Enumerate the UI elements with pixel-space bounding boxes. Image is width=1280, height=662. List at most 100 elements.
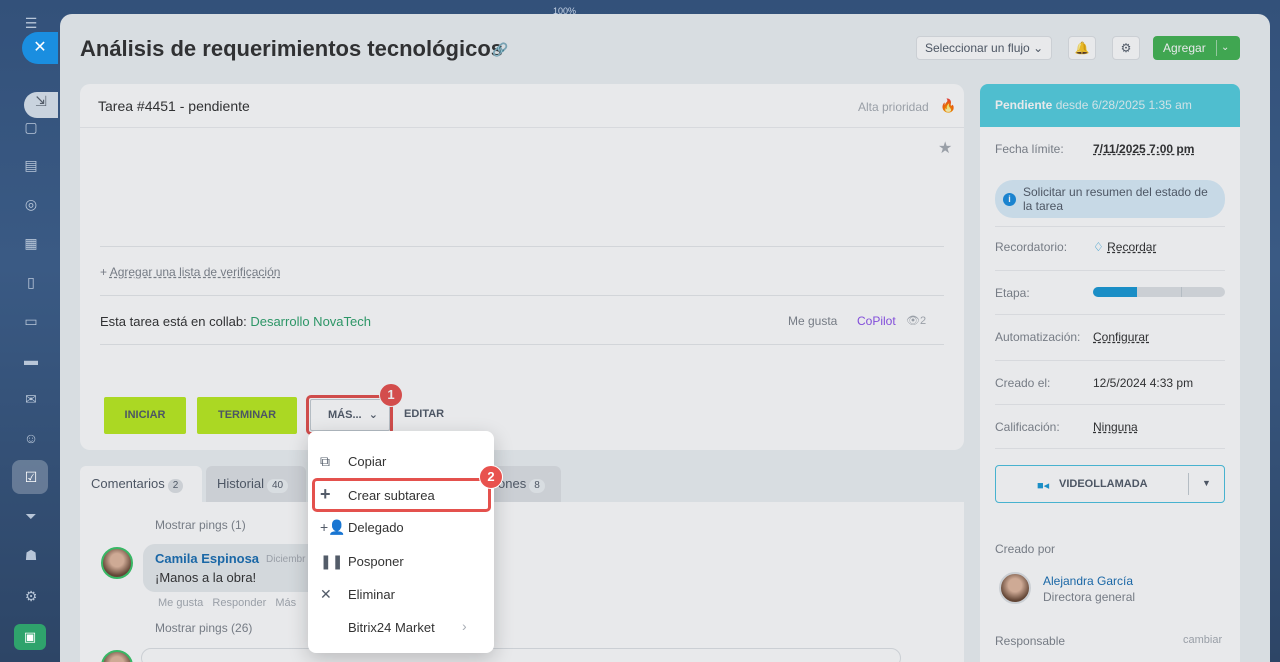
contacts-icon[interactable]: ☺ bbox=[22, 429, 40, 447]
tab-label: Comentarios bbox=[91, 476, 165, 491]
add-button-label: Agregar bbox=[1163, 41, 1206, 55]
created-label: Creado el: bbox=[995, 376, 1051, 390]
created-value: 12/5/2024 4:33 pm bbox=[1093, 376, 1194, 390]
avatar[interactable] bbox=[101, 547, 133, 579]
menu-item-label: Delegado bbox=[348, 520, 404, 535]
automation-label: Automatización: bbox=[995, 330, 1081, 344]
priority-label[interactable]: Alta prioridad bbox=[858, 100, 929, 114]
add-button[interactable]: Agregar ⌄ bbox=[1153, 36, 1240, 60]
menu-icon[interactable]: ☰ bbox=[22, 14, 40, 32]
finish-button[interactable]: TERMINAR bbox=[197, 397, 297, 434]
show-pings-link[interactable]: Mostrar pings (26) bbox=[155, 621, 252, 635]
documents-icon[interactable]: ▯ bbox=[22, 273, 40, 291]
close-icon: ✕ bbox=[320, 586, 332, 602]
robot-icon[interactable]: ☗ bbox=[22, 546, 40, 564]
reminder-value[interactable]: ♢ Recordar bbox=[1093, 240, 1156, 254]
menu-item-label: Bitrix24 Market bbox=[348, 620, 435, 635]
copy-icon: ⧉ bbox=[320, 453, 330, 469]
flow-select[interactable]: Seleccionar un flujo ⌄ bbox=[916, 36, 1053, 60]
like-button[interactable]: Me gusta bbox=[788, 314, 837, 328]
divider bbox=[995, 360, 1225, 361]
bell-icon[interactable]: 🔔 bbox=[1068, 36, 1096, 60]
info-icon: i bbox=[1003, 193, 1016, 206]
flame-icon[interactable]: 🔥 bbox=[940, 98, 956, 114]
boards-icon[interactable]: ▭ bbox=[22, 312, 40, 330]
tab-label: Historial bbox=[217, 476, 264, 491]
divider bbox=[995, 270, 1225, 271]
page-title: Análisis de requerimientos tecnológicos bbox=[80, 36, 503, 61]
comment-actions[interactable]: Me gusta Responder Más bbox=[158, 597, 296, 609]
chevron-down-icon[interactable]: ▼ bbox=[1202, 478, 1211, 488]
pause-icon: ❚❚ bbox=[320, 553, 344, 569]
deadline-value[interactable]: 7/11/2025 7:00 pm bbox=[1093, 142, 1194, 156]
divider bbox=[995, 448, 1225, 449]
divider bbox=[995, 404, 1225, 405]
divider bbox=[100, 246, 944, 247]
comment-input[interactable] bbox=[141, 648, 901, 662]
show-pings-link[interactable]: Mostrar pings (1) bbox=[155, 518, 246, 532]
rating-label: Calificación: bbox=[995, 420, 1060, 434]
menu-item-label: Copiar bbox=[348, 454, 387, 469]
highlight-box-2 bbox=[312, 478, 491, 512]
collab-prefix: Esta tarea está en collab: bbox=[100, 314, 247, 329]
change-link[interactable]: cambiar bbox=[1183, 634, 1222, 646]
status-label: Pendiente bbox=[995, 98, 1053, 112]
views-count: 👁2 bbox=[906, 314, 926, 327]
funnel-icon[interactable]: ⏷ bbox=[22, 507, 40, 525]
video-call-label: VIDEOLLAMADA bbox=[1059, 478, 1148, 490]
tab-count: 2 bbox=[167, 479, 184, 493]
feed-icon[interactable]: ▤ bbox=[22, 156, 40, 174]
step-badge-2: 2 bbox=[479, 465, 503, 489]
creator-name[interactable]: Alejandra García bbox=[1043, 574, 1133, 588]
stage-progress[interactable] bbox=[1093, 287, 1225, 297]
comment-date: Diciembr bbox=[266, 554, 306, 565]
tab-count: 8 bbox=[529, 479, 545, 493]
collab-info: Esta tarea está en collab: Desarrollo No… bbox=[100, 314, 371, 329]
bell-icon: ♢ bbox=[1093, 240, 1104, 254]
video-camera-icon: ■◂ bbox=[1037, 480, 1050, 492]
gear-icon[interactable]: ⚙ bbox=[1112, 36, 1140, 60]
mail-icon[interactable]: ✉ bbox=[22, 390, 40, 408]
menu-item-postpone[interactable]: ❚❚ Posponer bbox=[320, 551, 404, 571]
step-badge-1: 1 bbox=[379, 383, 403, 407]
rating-value[interactable]: Ninguna bbox=[1093, 420, 1138, 434]
automation-value[interactable]: Configurar bbox=[1093, 330, 1149, 344]
ai-summary-text[interactable]: Solicitar un resumen del estado de la ta… bbox=[1023, 185, 1218, 213]
start-button[interactable]: INICIAR bbox=[104, 397, 186, 434]
created-by-label: Creado por bbox=[995, 542, 1056, 556]
tab-history[interactable]: Historial 40 bbox=[206, 466, 306, 502]
groups-icon[interactable]: ◎ bbox=[22, 195, 40, 213]
add-checklist-link[interactable]: + Agregar una lista de verificación bbox=[100, 265, 280, 279]
edit-button[interactable]: EDITAR bbox=[404, 408, 444, 420]
menu-item-delegate[interactable]: +👤 Delegado bbox=[320, 517, 404, 537]
add-button-separator bbox=[1216, 40, 1217, 56]
menu-item-delete[interactable]: ✕ Eliminar bbox=[320, 584, 395, 604]
status-since: desde 6/28/2025 1:35 am bbox=[1055, 98, 1192, 112]
tab-comments[interactable]: Comentarios 2 bbox=[80, 466, 202, 502]
collab-link[interactable]: Desarrollo NovaTech bbox=[250, 314, 371, 329]
menu-item-label: Posponer bbox=[348, 554, 404, 569]
avatar[interactable] bbox=[999, 572, 1031, 604]
checklist-link-text: Agregar una lista de verificación bbox=[109, 265, 281, 279]
minimize-icon[interactable]: ⇲ bbox=[24, 92, 58, 118]
left-rail: ☰ ✕ ⇲ ▢ ▤ ◎ ▦ ▯ ▭ ▬ ✉ ☺ ☑ ⏷ ☗ ⚙ ▣ bbox=[0, 0, 62, 662]
copy-link-icon[interactable]: 🔗 bbox=[492, 42, 508, 58]
menu-item-market[interactable]: Bitrix24 Market bbox=[320, 618, 435, 638]
tab-count: 40 bbox=[266, 479, 289, 493]
eye-icon: 👁 bbox=[906, 315, 920, 327]
copilot-button[interactable]: CoPilot bbox=[857, 314, 896, 328]
views-number: 2 bbox=[919, 315, 927, 327]
divider bbox=[995, 314, 1225, 315]
calendar-icon[interactable]: ▦ bbox=[22, 234, 40, 252]
comment-author[interactable]: Camila Espinosa bbox=[155, 551, 259, 566]
chevron-down-icon[interactable]: ⌄ bbox=[1221, 36, 1229, 60]
close-slider-button[interactable]: ✕ bbox=[22, 32, 58, 64]
chat-icon[interactable]: ▢ bbox=[22, 118, 40, 136]
menu-item-copy[interactable]: ⧉ Copiar bbox=[320, 451, 386, 471]
tasks-icon[interactable]: ☑ bbox=[22, 468, 40, 486]
crm-icon[interactable]: ▬ bbox=[22, 351, 40, 369]
star-icon[interactable]: ★ bbox=[938, 138, 952, 158]
apps-icon[interactable]: ▣ bbox=[14, 624, 46, 650]
settings-icon[interactable]: ⚙ bbox=[22, 587, 40, 605]
video-button-separator bbox=[1188, 473, 1189, 495]
